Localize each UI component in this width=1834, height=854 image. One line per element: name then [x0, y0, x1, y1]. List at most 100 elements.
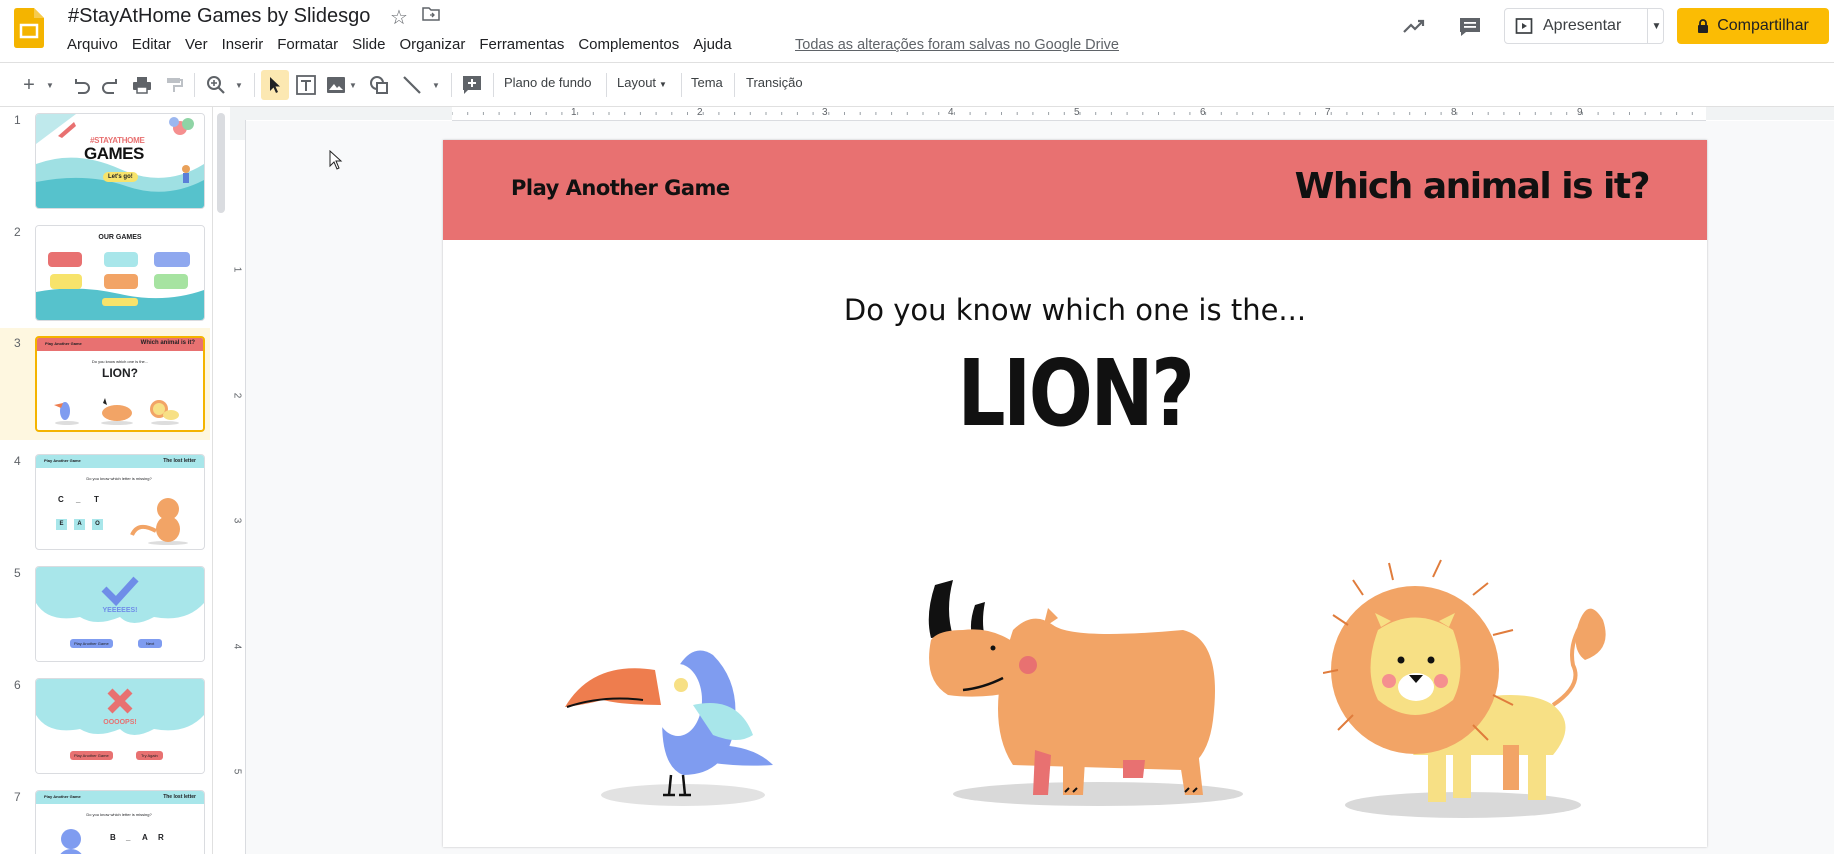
ruler-margin — [230, 120, 245, 140]
lion-illustration[interactable] — [1323, 555, 1623, 825]
filmstrip-scrollbar[interactable] — [217, 113, 225, 213]
play-another-game-label[interactable]: Play Another Game — [511, 176, 730, 200]
rhino-illustration[interactable] — [923, 570, 1243, 820]
present-button[interactable]: Apresentar — [1505, 9, 1647, 43]
filmstrip-slide-3-selected[interactable]: 3 Play Another Game Which animal is it? … — [0, 328, 210, 440]
slide-number: 6 — [14, 678, 21, 692]
menu-ajuda[interactable]: Ajuda — [686, 36, 738, 53]
star-icon[interactable]: ☆ — [390, 5, 408, 30]
menu-ferramentas[interactable]: Ferramentas — [472, 36, 571, 53]
present-button-label: Apresentar — [1543, 17, 1622, 34]
menu-complementos[interactable]: Complementos — [571, 36, 686, 53]
ruler-number: 4 — [948, 107, 954, 118]
theme-button[interactable]: Tema — [691, 75, 723, 90]
document-title[interactable]: #StayAtHome Games by Slidesgo — [68, 5, 370, 28]
slide-number: 7 — [14, 790, 21, 804]
zoom-caret-icon[interactable]: ▼ — [233, 73, 245, 97]
filmstrip-slide-6[interactable]: 6 OOOOPS! Play Another Game Try Again — [0, 672, 208, 776]
toucan-illustration[interactable] — [563, 595, 793, 815]
image-caret-icon[interactable]: ▼ — [348, 73, 358, 97]
ruler-number: 5 — [1074, 107, 1080, 118]
thumb-left-label: Play Another Game — [44, 458, 81, 463]
slide-thumbnail[interactable]: OOOOPS! Play Another Game Try Again — [35, 678, 205, 774]
redo-icon[interactable] — [100, 73, 122, 97]
thumb-option: O — [92, 519, 103, 530]
slide-title[interactable]: Which animal is it? — [1295, 166, 1651, 207]
slide-number: 1 — [14, 113, 21, 127]
ruler-number: 9 — [1577, 107, 1583, 118]
thumb-option: A — [74, 519, 85, 530]
filmstrip-slide-2[interactable]: 2 OUR GAMES — [0, 219, 208, 323]
comments-icon[interactable] — [1458, 16, 1482, 38]
slide-number: 3 — [14, 336, 21, 350]
toolbar-separator — [734, 73, 735, 97]
add-comment-icon[interactable] — [460, 73, 484, 97]
select-tool[interactable] — [261, 70, 289, 100]
line-icon[interactable] — [400, 73, 424, 97]
move-folder-icon[interactable] — [422, 7, 440, 21]
text-box-icon[interactable] — [294, 73, 318, 97]
filmstrip-slide-4[interactable]: 4 Play Another Game The lost letter Do y… — [0, 448, 208, 552]
new-slide-icon[interactable]: + — [18, 73, 40, 97]
slide-3[interactable]: Play Another Game Which animal is it? Do… — [443, 140, 1707, 847]
menu-slide[interactable]: Slide — [345, 36, 392, 53]
shape-icon[interactable] — [367, 73, 391, 97]
menu-ver[interactable]: Ver — [178, 36, 215, 53]
app-header: #StayAtHome Games by Slidesgo ☆ Arquivo … — [0, 0, 1834, 62]
activity-dashboard-icon[interactable] — [1402, 16, 1426, 36]
thumb-right-label: Which animal is it? — [140, 340, 195, 346]
thumb-bear-art — [60, 829, 82, 854]
filmstrip-slide-1[interactable]: 1 #STAYATHOME GAMES Let's go! — [0, 107, 208, 211]
menu-organizar[interactable]: Organizar — [392, 36, 472, 53]
menu-bar: Arquivo Editar Ver Inserir Formatar Slid… — [60, 36, 739, 53]
slide-thumbnail[interactable]: Play Another Game Which animal is it? Do… — [35, 336, 205, 432]
line-caret-icon[interactable]: ▼ — [430, 73, 442, 97]
present-button-group: Apresentar ▼ — [1504, 8, 1664, 44]
filmstrip-slide-7[interactable]: 7 Play Another Game The lost letter Do y… — [0, 784, 208, 854]
new-slide-layout-caret-icon[interactable]: ▼ — [44, 73, 56, 97]
thumb-button: Try Again — [136, 751, 163, 760]
thumb-button: Play Another Game — [70, 751, 113, 760]
thumb-left-label: Play Another Game — [45, 341, 82, 346]
paint-format-icon[interactable] — [163, 73, 185, 97]
thumb-animals-art — [54, 398, 179, 425]
filmstrip-slide-5[interactable]: 5 YEEEEES! Play Another Game Next — [0, 560, 208, 664]
save-status-link[interactable]: Todas as alterações foram salvas no Goog… — [795, 37, 1119, 53]
background-button[interactable]: Plano de fundo — [504, 75, 591, 90]
insert-image-icon[interactable] — [325, 73, 347, 97]
slide-thumbnail[interactable]: YEEEEES! Play Another Game Next — [35, 566, 205, 662]
slide-number: 2 — [14, 225, 21, 239]
thumb-option: E — [56, 519, 67, 530]
slide-thumbnail[interactable]: #STAYATHOME GAMES Let's go! — [35, 113, 205, 209]
ruler-number: 8 — [1451, 107, 1457, 118]
slides-logo-icon[interactable] — [14, 8, 44, 48]
ruler-number: 3 — [822, 107, 828, 118]
toolbar-separator — [493, 73, 494, 97]
answer-text[interactable]: LION? — [557, 340, 1593, 447]
layout-button[interactable]: Layout ▼ — [617, 75, 667, 90]
print-icon[interactable] — [131, 73, 153, 97]
thumb-letter: B — [110, 833, 116, 842]
present-options-dropdown[interactable]: ▼ — [1647, 9, 1665, 43]
thumbnail-5-art — [36, 567, 204, 661]
ruler-number: 3 — [231, 517, 243, 524]
menu-inserir[interactable]: Inserir — [215, 36, 271, 53]
question-text[interactable]: Do you know which one is the... — [443, 293, 1707, 327]
toolbar-separator — [606, 73, 607, 97]
slide-thumbnail[interactable]: Play Another Game The lost letter Do you… — [35, 790, 205, 854]
thumb-question: Do you know which one is the... — [91, 359, 149, 364]
transition-button[interactable]: Transição — [746, 75, 803, 90]
slide-thumbnail[interactable]: OUR GAMES — [35, 225, 205, 321]
layout-button-label: Layout — [617, 75, 657, 90]
undo-icon[interactable] — [70, 73, 92, 97]
menu-formatar[interactable]: Formatar — [270, 36, 345, 53]
thumb-title: GAMES — [84, 144, 144, 163]
thumb-answer: LION? — [102, 366, 138, 380]
thumb-cat-art — [130, 498, 188, 545]
zoom-icon[interactable] — [204, 73, 228, 97]
share-button[interactable]: Compartilhar — [1677, 8, 1829, 44]
mouse-pointer-icon — [329, 150, 343, 170]
slide-thumbnail[interactable]: Play Another Game The lost letter Do you… — [35, 454, 205, 550]
menu-editar[interactable]: Editar — [125, 36, 178, 53]
menu-arquivo[interactable]: Arquivo — [60, 36, 125, 53]
